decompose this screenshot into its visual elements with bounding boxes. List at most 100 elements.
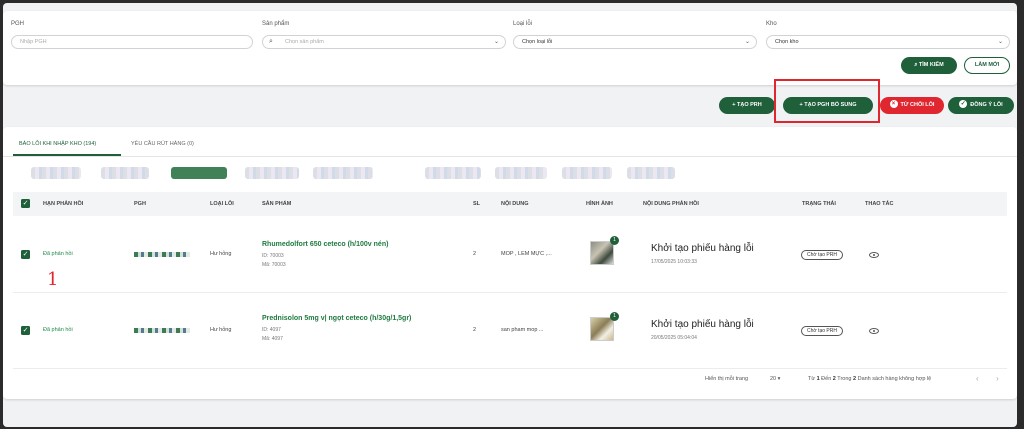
pagination-summary: Từ 1 Đến 2 Trong 2 Danh sách hàng không … bbox=[808, 376, 931, 382]
col-content: NỘI DUNG bbox=[501, 201, 529, 207]
close-circle-icon: × bbox=[889, 99, 898, 108]
pgh-input[interactable]: Nhập PGH bbox=[11, 35, 253, 49]
col-error-type: LOẠI LỖI bbox=[210, 201, 234, 207]
range-prefix: Từ bbox=[808, 376, 816, 382]
feedback-time: 20/05/2025 05:04:04 bbox=[651, 335, 697, 341]
chevron-down-icon: ⌄ bbox=[744, 39, 750, 45]
warehouse-filter-label: Kho bbox=[766, 21, 777, 27]
product-code: Mã: 4097 bbox=[262, 336, 283, 342]
eye-icon[interactable] bbox=[869, 252, 879, 258]
accept-error-label: ĐỒNG Ý LỖI bbox=[970, 102, 1003, 108]
filter-panel: PGH Nhập PGH Sản phẩm ⌕ Chọn sản phẩm ⌄ … bbox=[3, 11, 1017, 85]
product-name[interactable]: Rhumedolfort 650 ceteco (h/100v nén) bbox=[262, 241, 388, 248]
warehouse-chip[interactable] bbox=[627, 167, 675, 179]
check-circle-icon: ✓ bbox=[959, 99, 968, 108]
search-button-label: TÌM KIẾM bbox=[918, 62, 944, 68]
quantity: 2 bbox=[473, 327, 477, 333]
pgh-code[interactable] bbox=[134, 252, 190, 257]
prev-page-icon[interactable]: ‹ bbox=[976, 374, 979, 383]
range-of: Trong bbox=[837, 376, 852, 382]
eye-icon[interactable] bbox=[869, 328, 879, 334]
error-type: Hư hỏng bbox=[210, 327, 232, 333]
select-all-checkbox[interactable]: ✓ bbox=[21, 199, 30, 208]
next-page-icon[interactable]: › bbox=[996, 374, 999, 383]
status-badge: Chờ tạo PRH bbox=[801, 326, 843, 336]
feedback-time: 17/05/2025 10:03:33 bbox=[651, 259, 697, 265]
accept-error-button[interactable]: ✓ ĐỒNG Ý LỖI bbox=[948, 97, 1014, 114]
reject-error-button[interactable]: × TỪ CHỐI LỖI bbox=[880, 97, 944, 114]
product-code: Mã: 70003 bbox=[262, 262, 286, 268]
warehouse-chip[interactable] bbox=[313, 167, 373, 179]
error-content: san pham mop ... bbox=[501, 327, 544, 333]
divider bbox=[3, 156, 1017, 157]
col-deadline: HẠN PHẢN HỒI bbox=[43, 201, 84, 207]
per-page-select[interactable]: 20 ▾ bbox=[770, 376, 780, 382]
pgh-input-placeholder: Nhập PGH bbox=[20, 39, 47, 45]
annotation-number-1: 1 bbox=[47, 269, 59, 290]
product-id: ID: 4097 bbox=[262, 327, 281, 333]
error-type: Hư hỏng bbox=[210, 251, 232, 257]
warehouse-select-value: Chọn kho bbox=[775, 39, 799, 45]
warehouse-chip[interactable] bbox=[495, 167, 547, 179]
col-product: SẢN PHẨM bbox=[262, 201, 292, 207]
chevron-down-icon: ▾ bbox=[777, 376, 781, 382]
tab-withdraw-requests[interactable]: YÊU CẦU RÚT HÀNG (0) bbox=[131, 141, 194, 147]
pgh-filter-label: PGH bbox=[11, 21, 25, 27]
pgh-code[interactable] bbox=[134, 328, 190, 333]
error-type-select-value: Chọn loại lỗi bbox=[522, 39, 553, 45]
table-row[interactable]: ✓ Đã phản hồi Hư hỏng Prednisolon 5mg v|… bbox=[13, 293, 1007, 369]
chevron-down-icon: ⌄ bbox=[493, 39, 499, 45]
reject-error-label: TỪ CHỐI LỖI bbox=[900, 102, 935, 108]
highlight-box bbox=[774, 79, 880, 123]
feedback-title: Khởi tạo phiếu hàng lỗi bbox=[651, 319, 754, 330]
deadline-status: Đã phản hồi bbox=[43, 251, 73, 257]
main-panel: BÁO LỖI KHI NHẬP KHO (194) YÊU CẦU RÚT H… bbox=[3, 127, 1017, 399]
product-id: ID: 70003 bbox=[262, 253, 284, 259]
warehouse-chip-selected[interactable] bbox=[171, 167, 227, 179]
range-to: 2 bbox=[832, 376, 836, 382]
error-content: MOP , LEM MỰC ,... bbox=[501, 251, 552, 257]
product-name[interactable]: Prednisolon 5mg v| ngọt ceteco (h/30g/1,… bbox=[262, 315, 411, 322]
status-badge: Chờ tạo PRH bbox=[801, 250, 843, 260]
warehouse-chip[interactable] bbox=[425, 167, 481, 179]
col-qty: SL bbox=[473, 201, 481, 207]
search-button[interactable]: ⌕ TÌM KIẾM bbox=[901, 57, 957, 74]
warehouse-chip[interactable] bbox=[245, 167, 299, 179]
range-from: 1 bbox=[816, 376, 820, 382]
col-status: TRẠNG THÁI bbox=[802, 201, 836, 207]
quantity: 2 bbox=[473, 251, 477, 257]
image-count-badge: 1 bbox=[610, 236, 619, 245]
deadline-status: Đã phản hồi bbox=[43, 327, 73, 333]
image-count-badge: 1 bbox=[610, 312, 619, 321]
error-type-filter-label: Loại lỗi bbox=[513, 21, 533, 27]
tab-import-errors[interactable]: BÁO LỖI KHI NHẬP KHO (194) bbox=[19, 141, 96, 147]
col-actions: THAO TÁC bbox=[865, 201, 894, 207]
row-checkbox[interactable]: ✓ bbox=[21, 250, 30, 259]
search-icon: ⌕ bbox=[269, 38, 273, 45]
col-feedback: NỘI DUNG PHẢN HỒI bbox=[643, 201, 699, 207]
warehouse-chip[interactable] bbox=[101, 167, 149, 179]
table-row[interactable]: ✓ Đã phản hồi Hư hỏng Rhumedolfort 650 c… bbox=[13, 217, 1007, 293]
warehouse-chip[interactable] bbox=[31, 167, 81, 179]
product-image-thumbnail[interactable] bbox=[590, 317, 614, 341]
range-suffix: Danh sách hàng không hợp lệ bbox=[857, 376, 932, 382]
create-prh-label: TẠO PRH bbox=[737, 102, 762, 108]
product-filter-label: Sản phẩm bbox=[262, 21, 290, 27]
warehouse-select[interactable]: Chọn kho ⌄ bbox=[766, 35, 1010, 49]
row-checkbox[interactable]: ✓ bbox=[21, 326, 30, 335]
product-select[interactable]: ⌕ Chọn sản phẩm ⌄ bbox=[262, 35, 506, 49]
create-prh-button[interactable]: + TẠO PRH bbox=[719, 97, 775, 114]
per-page-label: Hiển thị mỗi trang bbox=[705, 376, 749, 382]
table-header: ✓ HẠN PHẢN HỒI PGH LOẠI LỖI SẢN PHẨM SL … bbox=[13, 192, 1007, 216]
feedback-title: Khởi tạo phiếu hàng lỗi bbox=[651, 243, 754, 254]
product-image-thumbnail[interactable] bbox=[590, 241, 614, 265]
chevron-down-icon: ⌄ bbox=[997, 39, 1003, 45]
range-total: 2 bbox=[853, 376, 857, 382]
error-type-select[interactable]: Chọn loại lỗi ⌄ bbox=[513, 35, 757, 49]
col-pgh: PGH bbox=[134, 201, 146, 207]
app-window: PGH Nhập PGH Sản phẩm ⌕ Chọn sản phẩm ⌄ … bbox=[3, 3, 1017, 427]
reset-button[interactable]: LÀM MỚI bbox=[964, 57, 1010, 74]
per-page-value: 20 bbox=[770, 376, 777, 382]
warehouse-chip[interactable] bbox=[562, 167, 612, 179]
col-image: HÌNH ẢNH bbox=[586, 201, 613, 207]
